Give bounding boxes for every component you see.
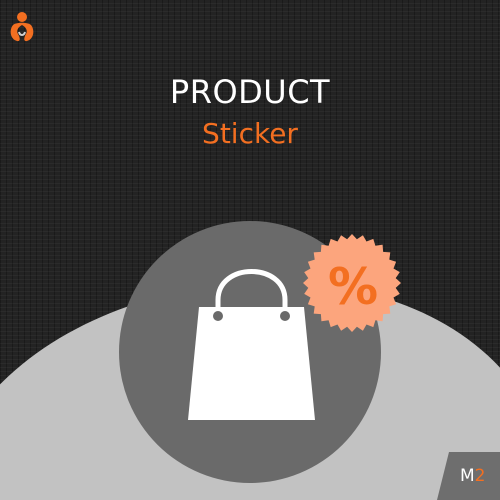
version-badge-number: 2 [474, 466, 486, 486]
version-badge-letter: M [460, 466, 475, 486]
discount-percent-symbol: % [328, 258, 378, 316]
illustration: % [0, 221, 500, 500]
product-sticker-banner: PRODUCT Sticker % M2 [0, 0, 500, 500]
version-badge-label: M2 [460, 466, 486, 486]
